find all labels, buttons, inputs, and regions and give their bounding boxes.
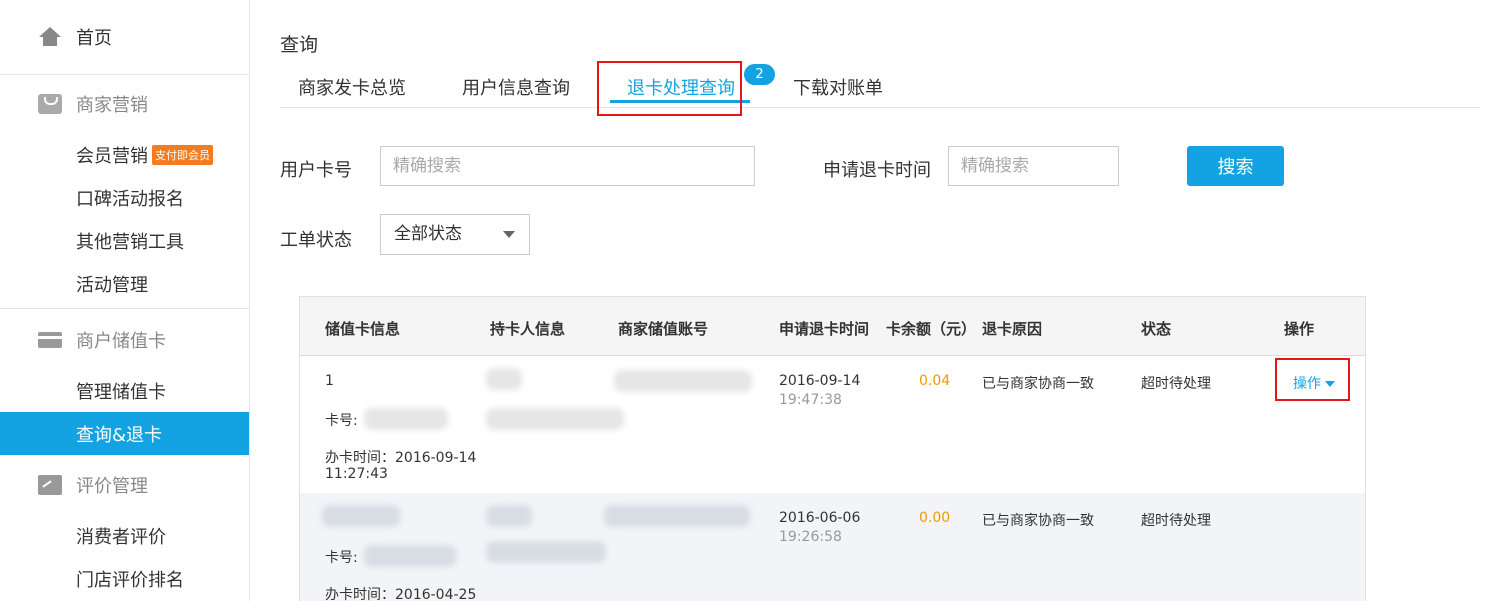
redacted-card-id bbox=[322, 505, 400, 527]
sidebar-item-label: 活动管理 bbox=[76, 274, 148, 296]
sidebar-section-stored-card: 商户储值卡 管理储值卡 查询&退卡 bbox=[0, 309, 249, 455]
sidebar-group-label: 商家营销 bbox=[76, 95, 148, 116]
sidebar-section-home: 首页 bbox=[0, 0, 249, 75]
sidebar-item-store-ranking[interactable]: 门店评价排名 bbox=[0, 557, 249, 600]
refund-reason: 已与商家协商一致 bbox=[982, 376, 1094, 392]
table-row: 卡号: 办卡时间：2016-04-25 2016-06-06 19:26:58 … bbox=[300, 493, 1365, 601]
card-id: 1 bbox=[325, 373, 334, 389]
column-header: 商家储值账号 bbox=[618, 320, 709, 338]
status-text: 超时待处理 bbox=[1141, 376, 1211, 392]
sidebar-section-reviews: 评价管理 消费者评价 门店评价排名 bbox=[0, 454, 249, 600]
sidebar-item-manage-card[interactable]: 管理储值卡 bbox=[0, 369, 249, 412]
status-select[interactable]: 全部状态 bbox=[380, 214, 530, 255]
refund-time-label: 申请退卡时间 bbox=[823, 160, 931, 181]
redacted-holder-phone bbox=[486, 541, 606, 563]
column-header: 状态 bbox=[1141, 320, 1172, 338]
refund-table: 储值卡信息 持卡人信息 商家储值账号 申请退卡时间 卡余额（元） 退卡原因 状态… bbox=[299, 296, 1366, 601]
chevron-down-icon bbox=[503, 231, 515, 238]
tab-user-info[interactable]: 用户信息查询 bbox=[462, 74, 570, 100]
column-header: 退卡原因 bbox=[982, 320, 1043, 338]
sidebar-item-query-refund[interactable]: 查询&退卡 bbox=[0, 412, 249, 455]
sidebar-item-other-tools[interactable]: 其他营销工具 bbox=[0, 219, 249, 262]
issue-time: 11:27:43 bbox=[325, 466, 388, 482]
sidebar-group-label: 评价管理 bbox=[76, 476, 148, 497]
sidebar: 首页 商家营销 会员营销 支付即会员 口碑活动报名 其他营销工具 活动管理 商户… bbox=[0, 0, 250, 601]
apply-date: 2016-09-14 bbox=[779, 373, 861, 389]
column-header: 卡余额（元） bbox=[886, 320, 977, 338]
redacted-holder-phone bbox=[486, 408, 624, 430]
sidebar-item-label: 首页 bbox=[76, 28, 112, 49]
table-row: 1 卡号: 办卡时间：2016-09-14 11:27:43 2016-09-1… bbox=[300, 356, 1365, 493]
sidebar-item-label: 口碑活动报名 bbox=[76, 188, 184, 210]
sidebar-item-consumer-reviews[interactable]: 消费者评价 bbox=[0, 514, 249, 557]
apply-time: 19:26:58 bbox=[779, 529, 842, 545]
redacted-card-no bbox=[364, 408, 448, 430]
sidebar-item-label: 查询&退卡 bbox=[76, 424, 163, 446]
card-balance: 0.00 bbox=[919, 510, 951, 526]
table-header: 储值卡信息 持卡人信息 商家储值账号 申请退卡时间 卡余额（元） 退卡原因 状态… bbox=[300, 297, 1365, 356]
highlight-box-action bbox=[1275, 358, 1350, 401]
redacted-card-no bbox=[364, 545, 456, 567]
home-icon bbox=[38, 27, 62, 47]
column-header: 申请退卡时间 bbox=[779, 320, 870, 338]
apply-date: 2016-06-06 bbox=[779, 510, 861, 526]
sidebar-item-label: 其他营销工具 bbox=[76, 231, 184, 253]
sidebar-item-activity-manage[interactable]: 活动管理 bbox=[0, 262, 249, 305]
card-no-label: 用户卡号 bbox=[280, 160, 352, 181]
main-content: 查询 商家发卡总览 用户信息查询 退卡处理查询 下载对账单 2 用户卡号 申请退… bbox=[250, 0, 1495, 601]
status-text: 超时待处理 bbox=[1141, 513, 1211, 529]
sidebar-section-marketing: 商家营销 会员营销 支付即会员 口碑活动报名 其他营销工具 活动管理 bbox=[0, 75, 249, 309]
redacted-account bbox=[604, 505, 750, 527]
issue-date: 办卡时间：2016-09-14 bbox=[325, 450, 477, 466]
sidebar-group-marketing[interactable]: 商家营销 bbox=[0, 75, 249, 133]
card-no-label: 卡号: bbox=[325, 413, 358, 429]
redacted-holder-name bbox=[486, 368, 522, 390]
page-title: 查询 bbox=[280, 34, 319, 56]
sidebar-group-reviews[interactable]: 评价管理 bbox=[0, 456, 249, 514]
search-button[interactable]: 搜索 bbox=[1187, 146, 1284, 186]
tab-bar: 商家发卡总览 用户信息查询 退卡处理查询 下载对账单 bbox=[280, 62, 1480, 108]
refund-time-input[interactable] bbox=[948, 146, 1119, 186]
pay-member-badge: 支付即会员 bbox=[152, 144, 213, 165]
card-no-input[interactable] bbox=[380, 146, 755, 186]
sidebar-item-home[interactable]: 首页 bbox=[0, 17, 249, 57]
column-header: 储值卡信息 bbox=[325, 320, 401, 338]
sidebar-item-member-marketing[interactable]: 会员营销 支付即会员 bbox=[0, 133, 249, 176]
card-balance: 0.04 bbox=[919, 373, 951, 389]
apply-time: 19:47:38 bbox=[779, 392, 842, 408]
sidebar-item-label: 管理储值卡 bbox=[76, 381, 166, 403]
issue-date: 办卡时间：2016-04-25 bbox=[325, 587, 477, 601]
tab-merchant-overview[interactable]: 商家发卡总览 bbox=[298, 74, 406, 100]
card-no-label: 卡号: bbox=[325, 550, 358, 566]
tab-download-statement[interactable]: 下载对账单 bbox=[793, 74, 883, 100]
marketing-icon bbox=[38, 94, 62, 114]
sidebar-item-label: 会员营销 bbox=[76, 145, 148, 167]
sidebar-group-stored-card[interactable]: 商户储值卡 bbox=[0, 311, 249, 369]
column-header: 操作 bbox=[1284, 320, 1315, 338]
review-edit-icon bbox=[38, 475, 62, 495]
status-label: 工单状态 bbox=[280, 230, 352, 251]
sidebar-group-label: 商户储值卡 bbox=[76, 331, 166, 352]
card-icon bbox=[38, 332, 62, 348]
sidebar-item-label: 消费者评价 bbox=[76, 526, 166, 548]
sidebar-item-label: 门店评价排名 bbox=[76, 569, 184, 591]
redacted-account bbox=[614, 370, 752, 392]
status-select-value: 全部状态 bbox=[394, 224, 462, 244]
refund-reason: 已与商家协商一致 bbox=[982, 513, 1094, 529]
column-header: 持卡人信息 bbox=[490, 320, 566, 338]
redacted-holder-name bbox=[486, 505, 532, 527]
tab-count-badge: 2 bbox=[744, 64, 775, 85]
highlight-box-tab bbox=[597, 61, 742, 116]
sidebar-item-koubei-signup[interactable]: 口碑活动报名 bbox=[0, 176, 249, 219]
